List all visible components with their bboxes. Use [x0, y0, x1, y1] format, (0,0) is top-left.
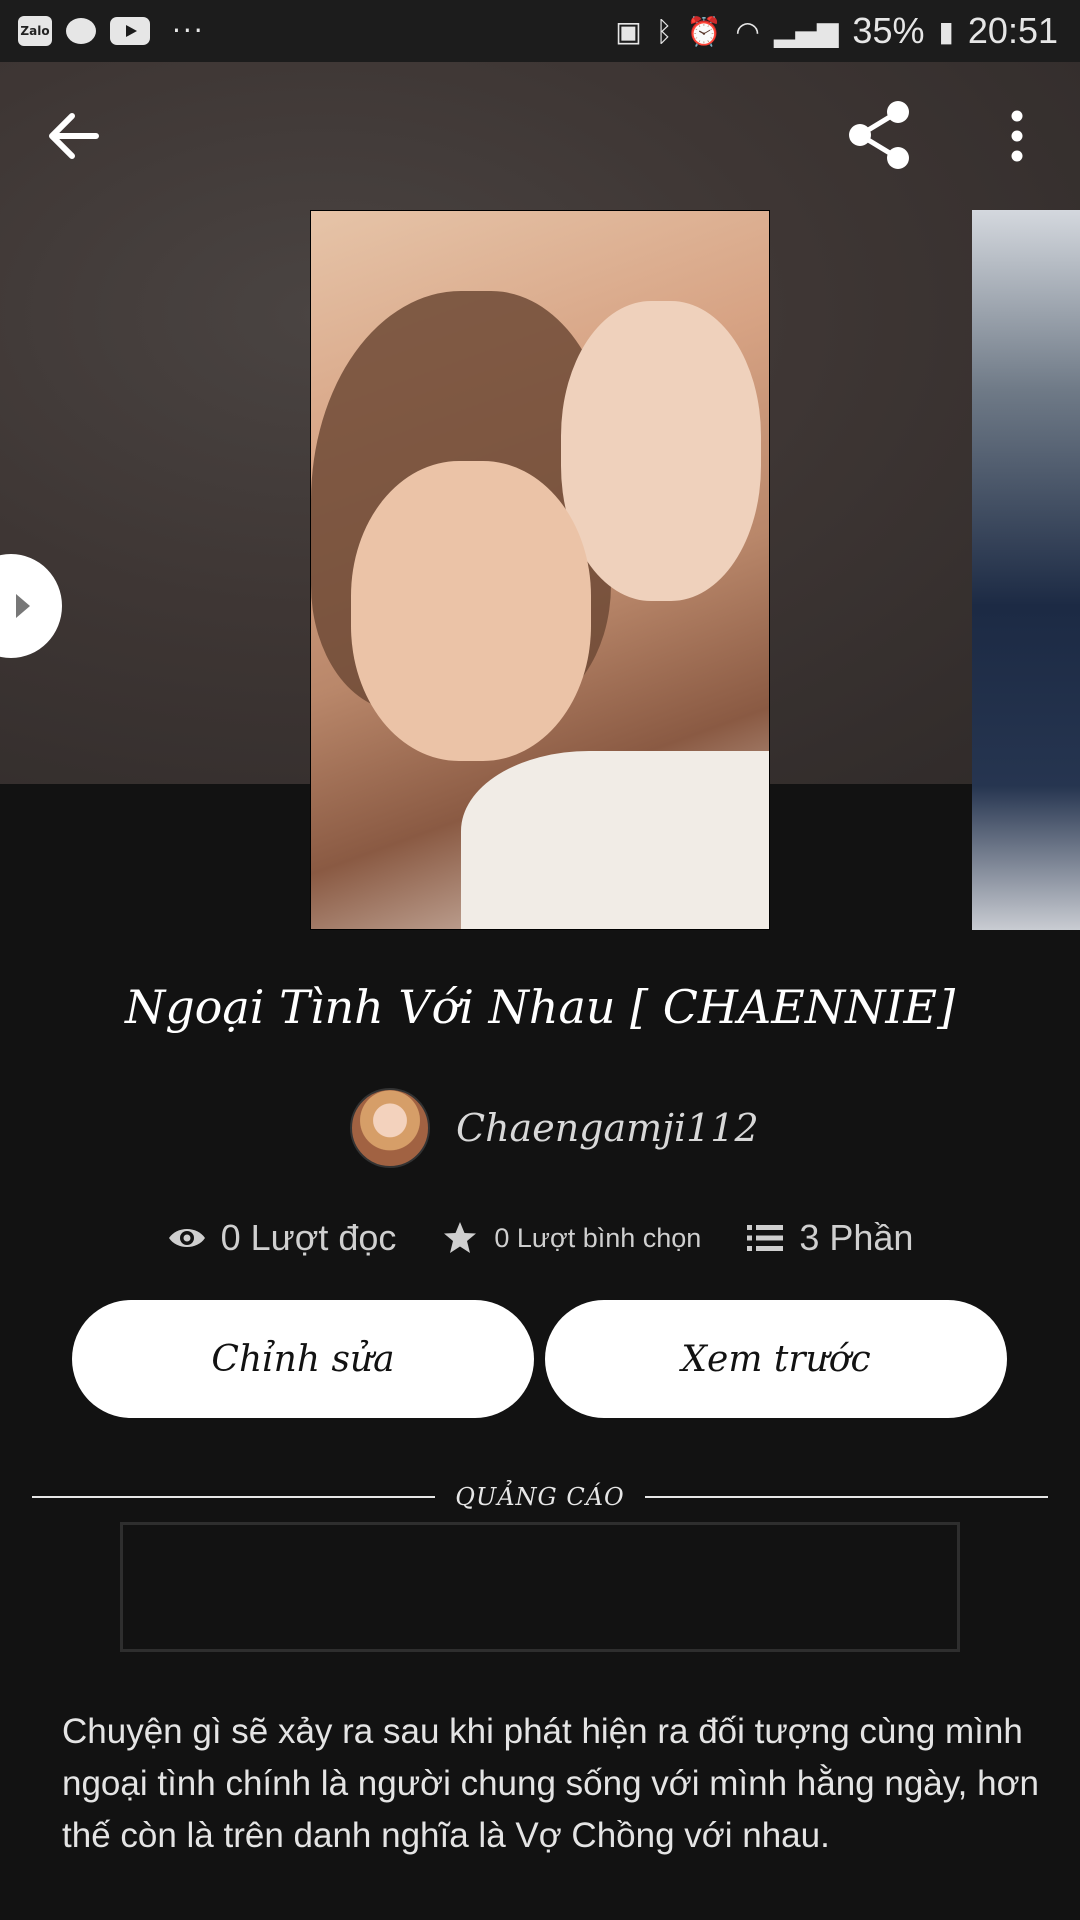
status-left: Zalo ··· [18, 16, 205, 46]
author-name[interactable]: Chaengamji112 [456, 1106, 759, 1150]
author-row[interactable]: Chaengamji112 [350, 1088, 759, 1168]
youtube-icon [110, 17, 150, 45]
divider-line [644, 1496, 1048, 1498]
clock: 20:51 [967, 10, 1058, 51]
next-story-cover[interactable] [972, 210, 1080, 930]
battery-icon: ▮ [938, 14, 954, 48]
ad-slot[interactable] [120, 1522, 960, 1652]
cover-art-shape [461, 751, 769, 929]
edit-button[interactable]: Chỉnh sửa [72, 1300, 534, 1418]
chat-bubble-icon [66, 18, 96, 44]
wifi-icon: ◠ [735, 14, 760, 48]
more-notifications-icon: ··· [172, 14, 205, 47]
share-button[interactable] [846, 100, 912, 170]
ad-label: QUẢNG CÁO [455, 1483, 625, 1511]
battery-percent: 35% [852, 10, 925, 51]
back-button[interactable] [44, 108, 104, 164]
parts-stat[interactable]: 3 Phần [745, 1217, 913, 1259]
cover-art-shape [351, 461, 591, 761]
preview-button[interactable]: Xem trước [545, 1300, 1007, 1418]
signal-icon: ▂▄▆ [773, 14, 839, 48]
parts-count[interactable]: 3 Phần [799, 1217, 913, 1259]
story-stats: 0 Lượt đọc 0 Lượt bình chọn 3 Phần [0, 1208, 1080, 1268]
story-cover-image[interactable] [310, 210, 770, 930]
more-vertical-icon [1011, 110, 1023, 162]
reads-count: 0 Lượt đọc [220, 1217, 397, 1258]
star-icon [440, 1218, 480, 1258]
divider-line [32, 1496, 436, 1498]
cover-art-shape [561, 301, 761, 601]
arrow-left-icon [49, 113, 99, 159]
battery-saver-icon: ▣ [615, 14, 642, 48]
status-right: ▣ ᛒ ⏰ ◠ ▂▄▆ 35% ▮ 20:51 [615, 10, 1058, 52]
story-title: Ngoại Tình Với Nhau [ CHAENNIE] [124, 980, 956, 1034]
zalo-icon: Zalo [18, 16, 52, 46]
bluetooth-icon: ᛒ [655, 14, 673, 48]
ad-divider: QUẢNG CÁO [32, 1480, 1048, 1514]
share-icon [849, 101, 909, 169]
votes-count: 0 Lượt bình chọn [494, 1222, 702, 1253]
more-options-button[interactable] [1000, 110, 1034, 162]
reads-stat: 0 Lượt đọc [167, 1217, 397, 1259]
status-bar: Zalo ··· ▣ ᛒ ⏰ ◠ ▂▄▆ 35% ▮ 20:51 [0, 0, 1080, 62]
eye-icon [167, 1218, 207, 1258]
story-description: Chuyện gì sẽ xảy ra sau khi phát hiện ra… [62, 1712, 1039, 1855]
votes-stat: 0 Lượt bình chọn [440, 1218, 701, 1258]
list-icon [745, 1218, 785, 1258]
alarm-icon: ⏰ [686, 14, 722, 48]
author-avatar[interactable] [350, 1088, 430, 1168]
